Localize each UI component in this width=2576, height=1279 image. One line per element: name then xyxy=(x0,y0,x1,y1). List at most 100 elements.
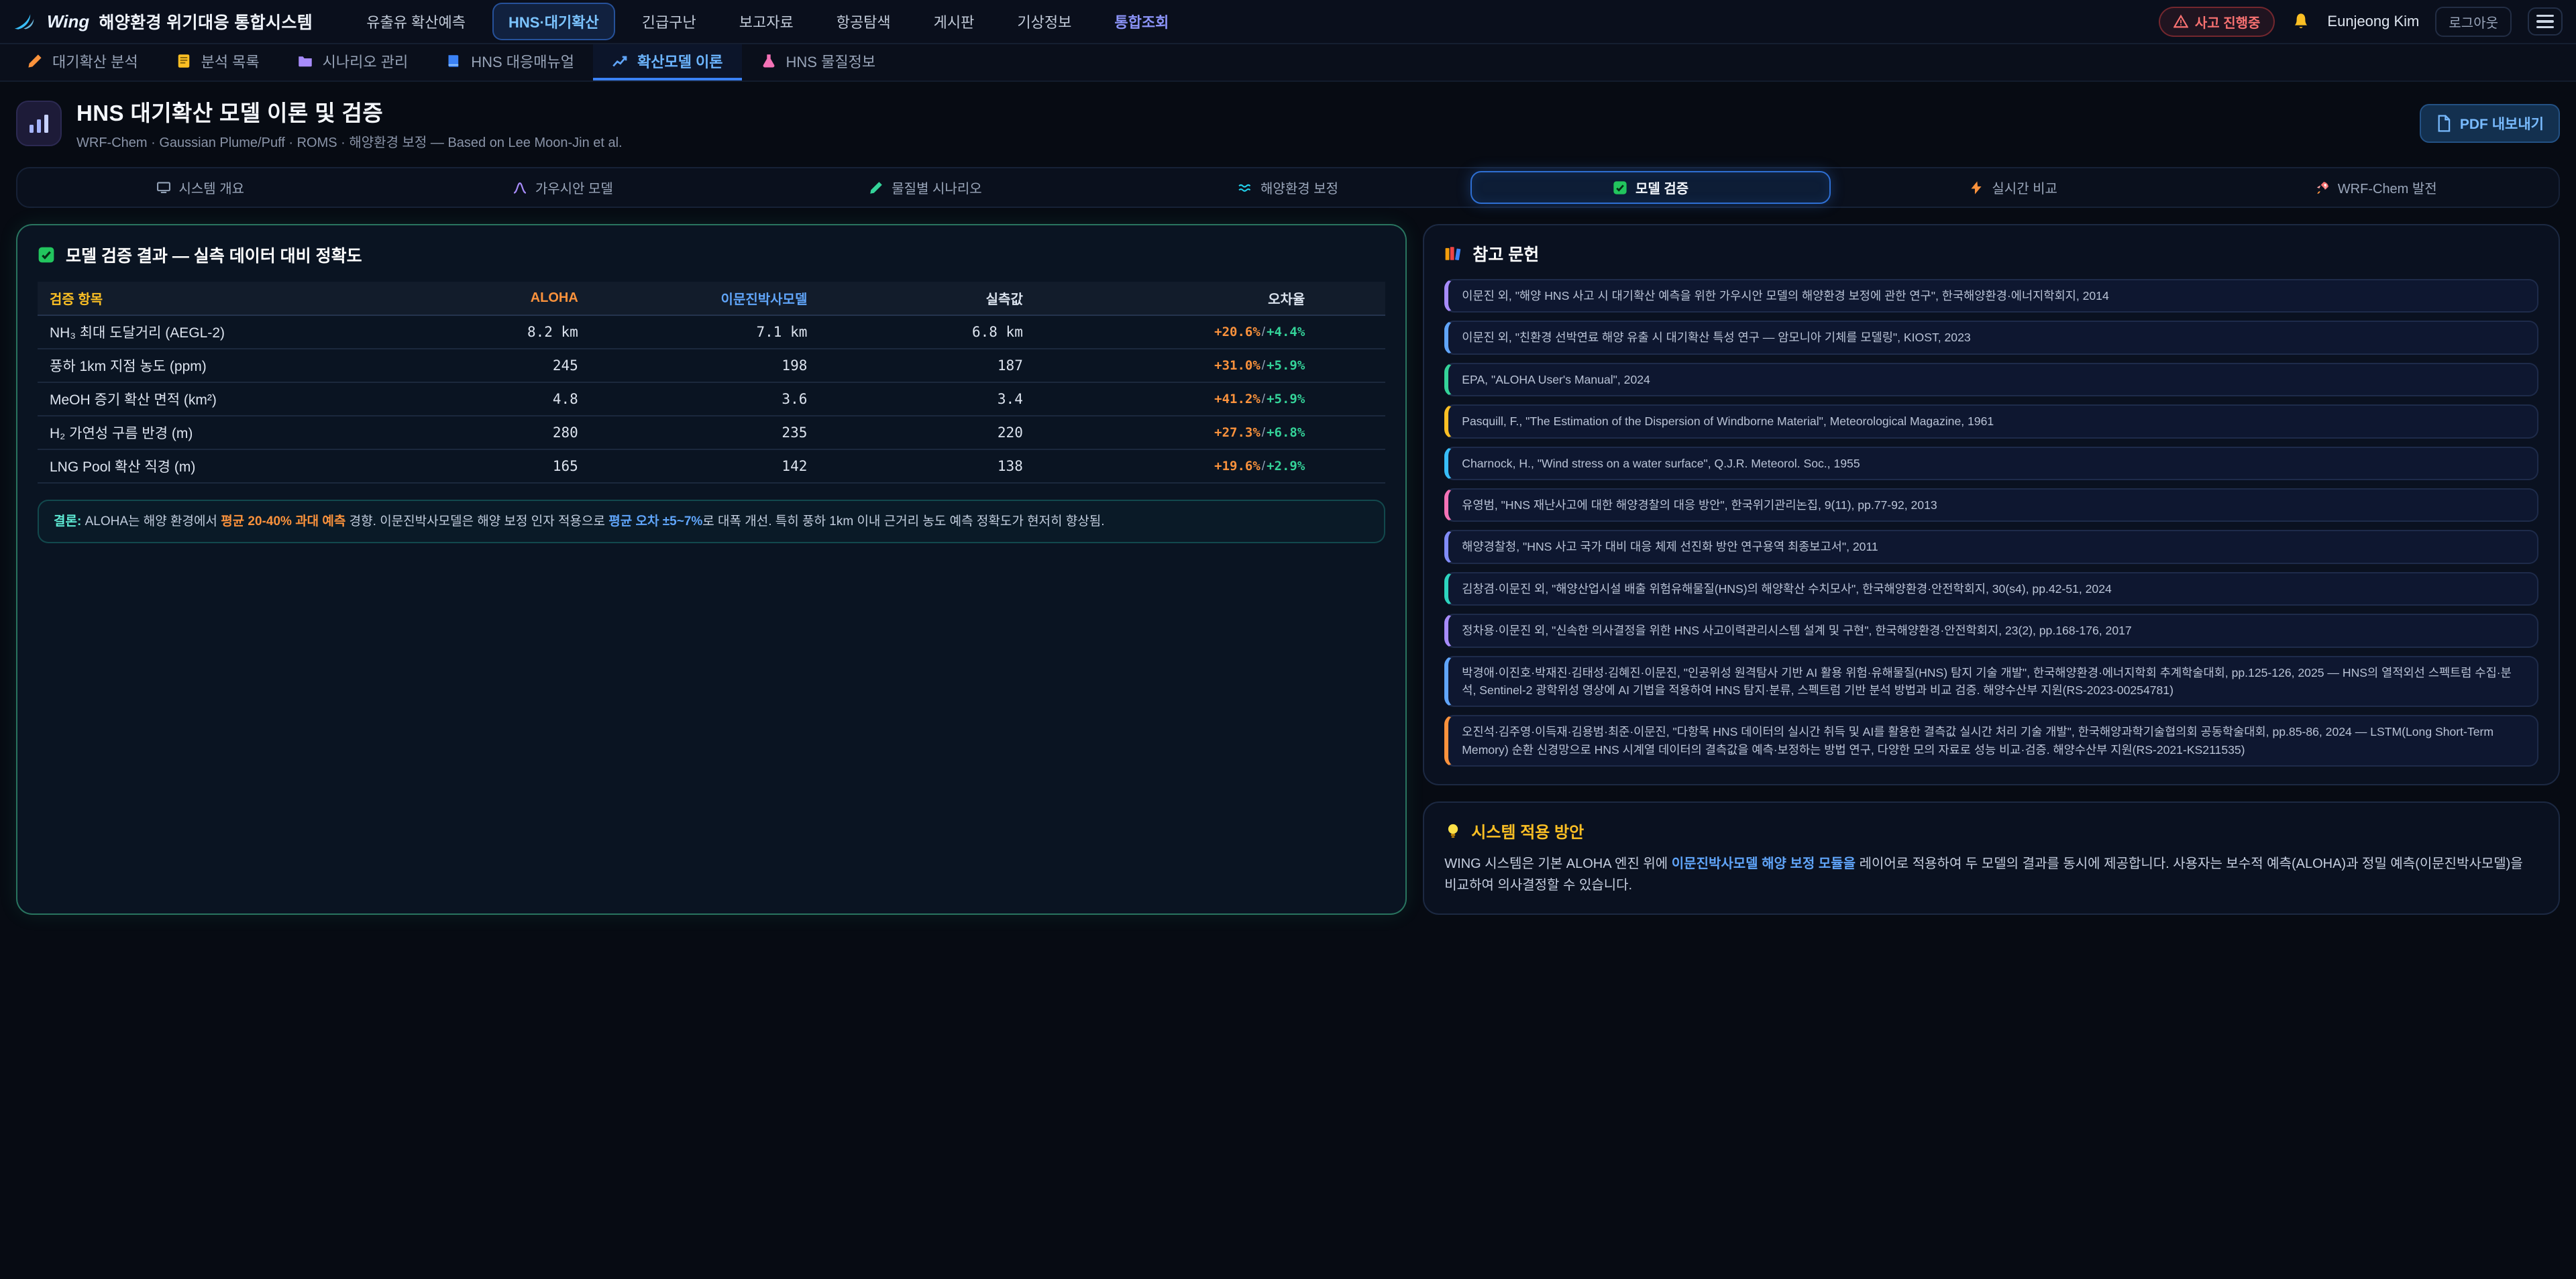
main-nav: 유출유 확산예측 HNS·대기확산 긴급구난 보고자료 항공탐색 게시판 기상정… xyxy=(350,3,1185,40)
right-column: 참고 문헌 이문진 외, "해양 HNS 사고 시 대기확산 예측을 위한 가우… xyxy=(1423,224,2560,915)
model-value-cell: 3.6 xyxy=(590,382,820,416)
sub-nav: 대기확산 분석 분석 목록 시나리오 관리 HNS 대응매뉴얼 확산모델 이론 … xyxy=(0,44,2576,82)
section-tab-substance-scenarios[interactable]: 물질별 시나리오 xyxy=(745,171,1106,204)
model-value-cell: 198 xyxy=(590,349,820,382)
col-header-measured: 실측값 xyxy=(819,282,1034,315)
reference-item: 오진석·김주영·이득재·김용범·최준·이문진, "다항목 HNS 데이터의 실시… xyxy=(1444,715,2538,767)
logo[interactable]: Wing 해양환경 위기대응 통합시스템 xyxy=(13,9,313,34)
reference-item: 김창겸·이문진 외, "해양산업시설 배출 위험유해물질(HNS)의 해양확산 … xyxy=(1444,572,2538,606)
logo-mark: Wing xyxy=(47,11,89,32)
check-square-icon xyxy=(1613,180,1627,195)
system-application-text: WING 시스템은 기본 ALOHA 엔진 위에 이문진박사모델 해양 보정 모… xyxy=(1444,853,2538,896)
nav-item-oil-spill-forecast[interactable]: 유출유 확산예측 xyxy=(350,3,482,40)
document-icon xyxy=(2436,115,2452,132)
table-row: H₂ 가연성 구름 반경 (m) 280 235 220 +27.3%/+6.8… xyxy=(38,416,1385,449)
pencil-icon xyxy=(27,53,43,69)
metric-name-cell: 풍하 1km 지점 농도 (ppm) xyxy=(38,349,455,382)
reference-item: 정차용·이문진 외, "신속한 의사결정을 위한 HNS 사고이력관리시스템 설… xyxy=(1444,614,2538,647)
incident-status-badge[interactable]: 사고 진행중 xyxy=(2159,7,2275,37)
aloha-value-cell: 280 xyxy=(455,416,590,449)
notification-bell-icon[interactable] xyxy=(2291,11,2311,32)
lightning-icon xyxy=(1969,180,1984,195)
topbar-right: 사고 진행중 Eunjeong Kim 로그아웃 xyxy=(2159,7,2563,37)
tab-hns-response-manual[interactable]: HNS 대응매뉴얼 xyxy=(427,44,593,80)
tab-hns-substance-info[interactable]: HNS 물질정보 xyxy=(742,44,895,80)
reference-item: EPA, "ALOHA User's Manual", 2024 xyxy=(1444,363,2538,396)
aloha-value-cell: 165 xyxy=(455,449,590,483)
page-subtitle: WRF-Chem · Gaussian Plume/Puff · ROMS · … xyxy=(76,131,623,151)
references-title-text: 참고 문헌 xyxy=(1472,241,1539,266)
section-tab-label: 실시간 비교 xyxy=(1992,178,2057,197)
logout-button[interactable]: 로그아웃 xyxy=(2435,7,2512,37)
section-tab-realtime-comparison[interactable]: 실시간 비교 xyxy=(1833,171,2194,204)
rocket-icon xyxy=(2315,180,2330,195)
manual-book-icon xyxy=(445,53,462,69)
section-tab-label: 모델 검증 xyxy=(1635,178,1688,197)
error-rate-cell: +41.2%/+5.9% xyxy=(1035,382,1385,416)
tab-diffusion-model-theory[interactable]: 확산모델 이론 xyxy=(593,44,742,80)
references-panel: 참고 문헌 이문진 외, "해양 HNS 사고 시 대기확산 예측을 위한 가우… xyxy=(1423,224,2560,785)
tab-label: 분석 목록 xyxy=(201,50,260,72)
reference-item: 이문진 외, "해양 HNS 사고 시 대기확산 예측을 위한 가우시안 모델의… xyxy=(1444,279,2538,313)
reference-item: 유영범, "HNS 재난사고에 대한 해양경찰의 대응 방안", 한국위기관리논… xyxy=(1444,488,2538,522)
menu-icon[interactable] xyxy=(2528,7,2563,36)
model-value-cell: 142 xyxy=(590,449,820,483)
top-header: Wing 해양환경 위기대응 통합시스템 유출유 확산예측 HNS·대기확산 긴… xyxy=(0,0,2576,44)
section-tab-ocean-correction[interactable]: 해양환경 보정 xyxy=(1108,171,1468,204)
section-tab-overview[interactable]: 시스템 개요 xyxy=(20,171,380,204)
trend-chart-icon xyxy=(612,53,628,69)
tab-atmospheric-analysis[interactable]: 대기확산 분석 xyxy=(8,44,157,80)
validation-panel-title: 모델 검증 결과 — 실측 데이터 대비 정확도 xyxy=(38,243,1385,267)
nav-item-integrated-search[interactable]: 통합조회 xyxy=(1098,3,1185,40)
section-tab-label: 물질별 시나리오 xyxy=(892,178,981,197)
section-tab-label: 시스템 개요 xyxy=(179,178,245,197)
section-tab-wrf-chem[interactable]: WRF-Chem 발전 xyxy=(2196,171,2556,204)
table-row: LNG Pool 확산 직경 (m) 165 142 138 +19.6%/+2… xyxy=(38,449,1385,483)
reference-list: 이문진 외, "해양 HNS 사고 시 대기확산 예측을 위한 가우시안 모델의… xyxy=(1444,279,2538,767)
system-application-title: 시스템 적용 방안 xyxy=(1444,819,2538,842)
user-name[interactable]: Eunjeong Kim xyxy=(2327,13,2419,30)
section-tab-gaussian-model[interactable]: 가우시안 모델 xyxy=(383,171,743,204)
validation-table: 검증 항목 ALOHA 이문진박사모델 실측값 오차율 NH₃ 최대 도달거리 … xyxy=(38,282,1385,484)
references-panel-title: 참고 문헌 xyxy=(1444,241,2538,266)
waves-icon xyxy=(1238,180,1252,195)
main-content: 모델 검증 결과 — 실측 데이터 대비 정확도 검증 항목 ALOHA 이문진… xyxy=(16,224,2560,915)
page-header: HNS 대기확산 모델 이론 및 검증 WRF-Chem · Gaussian … xyxy=(0,82,2576,162)
nav-item-reports[interactable]: 보고자료 xyxy=(723,3,810,40)
table-row: NH₃ 최대 도달거리 (AEGL-2) 8.2 km 7.1 km 6.8 k… xyxy=(38,315,1385,349)
app-root: { "header": { "logo_mark": "Wing", "logo… xyxy=(0,0,2576,1279)
flask-icon xyxy=(761,53,777,69)
tab-label: HNS 대응매뉴얼 xyxy=(471,50,574,72)
system-application-panel: 시스템 적용 방안 WING 시스템은 기본 ALOHA 엔진 위에 이문진박사… xyxy=(1423,801,2560,915)
section-tab-label: WRF-Chem 발전 xyxy=(2338,178,2437,197)
reference-item: 이문진 외, "친환경 선박연료 해양 유출 시 대기확산 특성 연구 — 암모… xyxy=(1444,321,2538,354)
validation-results-panel: 모델 검증 결과 — 실측 데이터 대비 정확도 검증 항목 ALOHA 이문진… xyxy=(16,224,1407,915)
conclusion-note: 결론: ALOHA는 해양 환경에서 평균 20-40% 과대 예측 경향. 이… xyxy=(38,500,1385,543)
section-tab-bar: 시스템 개요 가우시안 모델 물질별 시나리오 해양환경 보정 모델 검증 실시… xyxy=(16,167,2560,208)
validation-title-text: 모델 검증 결과 — 실측 데이터 대비 정확도 xyxy=(66,243,362,267)
tab-label: 대기확산 분석 xyxy=(52,50,138,72)
system-application-title-text: 시스템 적용 방안 xyxy=(1471,819,1584,842)
tab-label: HNS 물질정보 xyxy=(786,50,876,72)
tab-scenario-management[interactable]: 시나리오 관리 xyxy=(278,44,427,80)
table-header-row: 검증 항목 ALOHA 이문진박사모델 실측값 오차율 xyxy=(38,282,1385,315)
pdf-export-label: PDF 내보내기 xyxy=(2460,113,2544,133)
tab-analysis-list[interactable]: 분석 목록 xyxy=(157,44,278,80)
error-rate-cell: +27.3%/+6.8% xyxy=(1035,416,1385,449)
measured-value-cell: 187 xyxy=(819,349,1034,382)
incident-badge-label: 사고 진행중 xyxy=(2195,12,2261,32)
nav-item-aerial-search[interactable]: 항공탐색 xyxy=(820,3,907,40)
nav-item-board[interactable]: 게시판 xyxy=(918,3,991,40)
lightbulb-icon xyxy=(1444,822,1462,840)
nav-item-hns-atmospheric[interactable]: HNS·대기확산 xyxy=(492,3,615,40)
nav-item-weather[interactable]: 기상정보 xyxy=(1001,3,1087,40)
section-tab-model-validation[interactable]: 모델 검증 xyxy=(1470,171,1831,204)
folder-icon xyxy=(297,53,313,69)
measured-value-cell: 6.8 km xyxy=(819,315,1034,349)
pdf-export-button[interactable]: PDF 내보내기 xyxy=(2420,104,2560,143)
col-header-aloha: ALOHA xyxy=(455,282,590,315)
aloha-value-cell: 4.8 xyxy=(455,382,590,416)
nav-item-emergency-rescue[interactable]: 긴급구난 xyxy=(626,3,712,40)
reference-item: 박경애·이진호·박재진·김태성·김혜진·이문진, "인공위성 원격탐사 기반 A… xyxy=(1444,656,2538,708)
books-icon xyxy=(1444,245,1462,262)
